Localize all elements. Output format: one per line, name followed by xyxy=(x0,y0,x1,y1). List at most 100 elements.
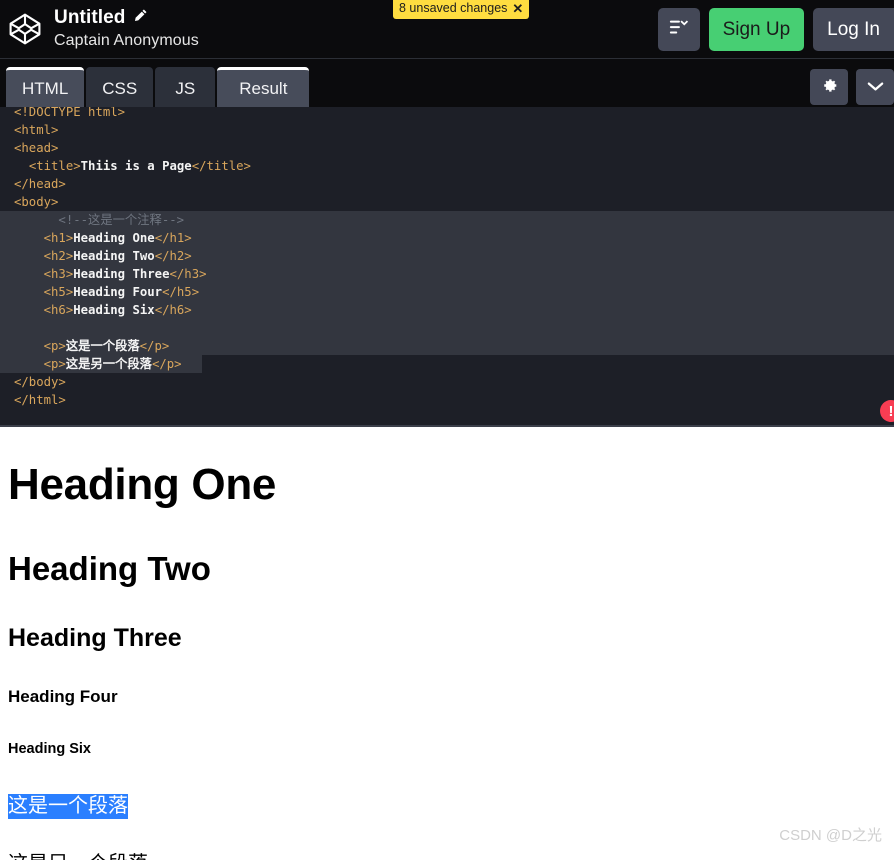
code-token-tag: <h6> xyxy=(43,303,74,317)
pen-meta: Untitled Captain Anonymous xyxy=(54,7,199,51)
code-lines[interactable]: <!DOCTYPE html> <html> <head> <title>Thiis… xyxy=(0,107,894,409)
header-actions: Sign Up Log In xyxy=(657,0,894,59)
code-token-tag: </h6> xyxy=(154,303,192,317)
code-token-tag: </h5> xyxy=(162,285,200,299)
code-selection xyxy=(0,319,894,337)
code-token-tag: </h2> xyxy=(154,249,192,263)
code-line[interactable]: <body> xyxy=(0,193,894,211)
code-token-tag: </head> xyxy=(14,177,66,191)
code-token-tag: <!DOCTYPE html> xyxy=(14,107,126,119)
code-line-text: <html> xyxy=(14,123,58,137)
code-line[interactable]: <!--这是一个注释--> xyxy=(0,211,894,229)
result-preview-pane[interactable]: Heading One Heading Two Heading Three He… xyxy=(0,427,894,860)
code-token-txt: Heading Four xyxy=(73,285,163,299)
pen-author[interactable]: Captain Anonymous xyxy=(54,31,199,51)
code-token-tag: <h2> xyxy=(43,249,74,263)
code-token-tag: <body> xyxy=(14,195,59,209)
log-in-button[interactable]: Log In xyxy=(813,8,894,51)
list-chevron-icon-button[interactable] xyxy=(657,8,700,51)
preview-heading-four: Heading Four xyxy=(8,687,118,707)
selected-text-highlight: 这是一个段落 xyxy=(8,793,128,819)
code-token-txt: 这是一个段落 xyxy=(65,339,140,353)
code-line[interactable]: <p>这是一个段落</p> xyxy=(0,337,894,355)
codepen-logo-button[interactable] xyxy=(0,0,50,59)
code-token-tag: <h5> xyxy=(43,285,74,299)
code-token-tag: <h3> xyxy=(43,267,74,281)
editor-actions xyxy=(810,69,894,105)
code-token-tag: <p> xyxy=(43,357,66,371)
code-line-text: </html> xyxy=(14,393,66,407)
code-line-text: <h6>Heading Six</h6> xyxy=(14,303,192,317)
editor-tabbar: HTML CSS JS Result xyxy=(0,59,894,107)
unsaved-changes-label: 8 unsaved changes xyxy=(399,1,508,15)
code-line[interactable]: <h5>Heading Four</h5> xyxy=(0,283,894,301)
code-line[interactable]: </body> xyxy=(0,373,894,391)
code-line-text: <h1>Heading One</h1> xyxy=(14,231,192,245)
code-line[interactable]: <h6>Heading Six</h6> xyxy=(0,301,894,319)
tabs-group: HTML CSS JS Result xyxy=(6,67,310,107)
code-token-tag: <title> xyxy=(28,159,81,173)
code-token-txt: Heading Three xyxy=(73,267,170,281)
code-line[interactable]: <h2>Heading Two</h2> xyxy=(0,247,894,265)
code-line[interactable]: <!DOCTYPE html> xyxy=(0,107,894,121)
code-token-tag: <html> xyxy=(14,123,59,137)
code-line-text: <p>这是一个段落</p> xyxy=(14,339,170,353)
html-code-editor[interactable]: <!DOCTYPE html> <html> <head> <title>Thiis… xyxy=(0,107,894,425)
code-line-text: </head> xyxy=(14,177,66,191)
codepen-logo-icon xyxy=(8,12,42,46)
code-line-text: <head> xyxy=(14,141,58,155)
code-token-txt: Heading One xyxy=(73,231,155,245)
code-token-tag: <h1> xyxy=(43,231,74,245)
pencil-icon[interactable] xyxy=(133,8,148,28)
preview-heading-one: Heading One xyxy=(8,460,277,509)
code-token-tag: </html> xyxy=(14,393,66,407)
preview-heading-three: Heading Three xyxy=(8,623,182,652)
preview-paragraph-two: 这是另一个段落 xyxy=(8,852,886,860)
code-token-tag: </h1> xyxy=(154,231,192,245)
code-line-text: <h2>Heading Two</h2> xyxy=(14,249,192,263)
sign-up-button[interactable]: Sign Up xyxy=(708,8,805,51)
settings-button[interactable] xyxy=(810,69,848,105)
code-token-tag: </body> xyxy=(14,375,66,389)
code-line[interactable]: <html> xyxy=(0,121,894,139)
tab-html[interactable]: HTML xyxy=(6,67,85,107)
watermark: CSDN @D之光 xyxy=(779,827,882,844)
code-line-text: </body> xyxy=(14,375,66,389)
code-token-tag: <head> xyxy=(14,141,59,155)
code-line[interactable]: <head> xyxy=(0,139,894,157)
preview-heading-two: Heading Two xyxy=(8,549,211,587)
code-line[interactable] xyxy=(0,319,894,337)
unsaved-changes-badge[interactable]: 8 unsaved changes ✕ xyxy=(393,0,530,19)
code-line[interactable]: <title>Thiis is a Page</title> xyxy=(0,157,894,175)
pen-title[interactable]: Untitled xyxy=(54,7,126,29)
code-line-text: <!DOCTYPE html> xyxy=(14,107,125,119)
code-line-text: <h3>Heading Three</h3> xyxy=(14,267,207,281)
code-line-text: <p>这是另一个段落</p> xyxy=(14,357,182,371)
preview-paragraph-one: 这是一个段落 xyxy=(8,793,886,819)
error-badge[interactable]: ! xyxy=(880,400,894,422)
code-token-cmt: <!--这是一个注释--> xyxy=(58,213,185,227)
app-header: Untitled Captain Anonymous 8 unsaved cha… xyxy=(0,0,894,59)
code-token-tag: </title> xyxy=(191,159,251,173)
collapse-button[interactable] xyxy=(856,69,894,105)
preview-document: Heading One Heading Two Heading Three He… xyxy=(0,461,894,860)
code-line-text: <h5>Heading Four</h5> xyxy=(14,285,200,299)
code-token-txt: 这是另一个段落 xyxy=(65,357,152,371)
code-line[interactable]: <h3>Heading Three</h3> xyxy=(0,265,894,283)
code-line-text: <body> xyxy=(14,195,58,209)
list-chevron-icon xyxy=(668,17,690,43)
code-token-tag: </h3> xyxy=(169,267,207,281)
code-line[interactable]: </head> xyxy=(0,175,894,193)
tab-css[interactable]: CSS xyxy=(86,67,154,107)
code-token-tag: </p> xyxy=(139,339,170,353)
code-line[interactable]: <p>这是另一个段落</p> xyxy=(0,355,894,373)
code-line-text: <title>Thiis is a Page</title> xyxy=(14,159,251,173)
tab-js[interactable]: JS xyxy=(155,67,216,107)
close-icon[interactable]: ✕ xyxy=(512,2,523,15)
tab-result[interactable]: Result xyxy=(217,67,310,107)
code-line[interactable]: </html> xyxy=(0,391,894,409)
code-token-tag: <p> xyxy=(43,339,66,353)
preview-heading-six: Heading Six xyxy=(8,741,91,757)
code-token-txt: Heading Six xyxy=(73,303,155,317)
code-line[interactable]: <h1>Heading One</h1> xyxy=(0,229,894,247)
